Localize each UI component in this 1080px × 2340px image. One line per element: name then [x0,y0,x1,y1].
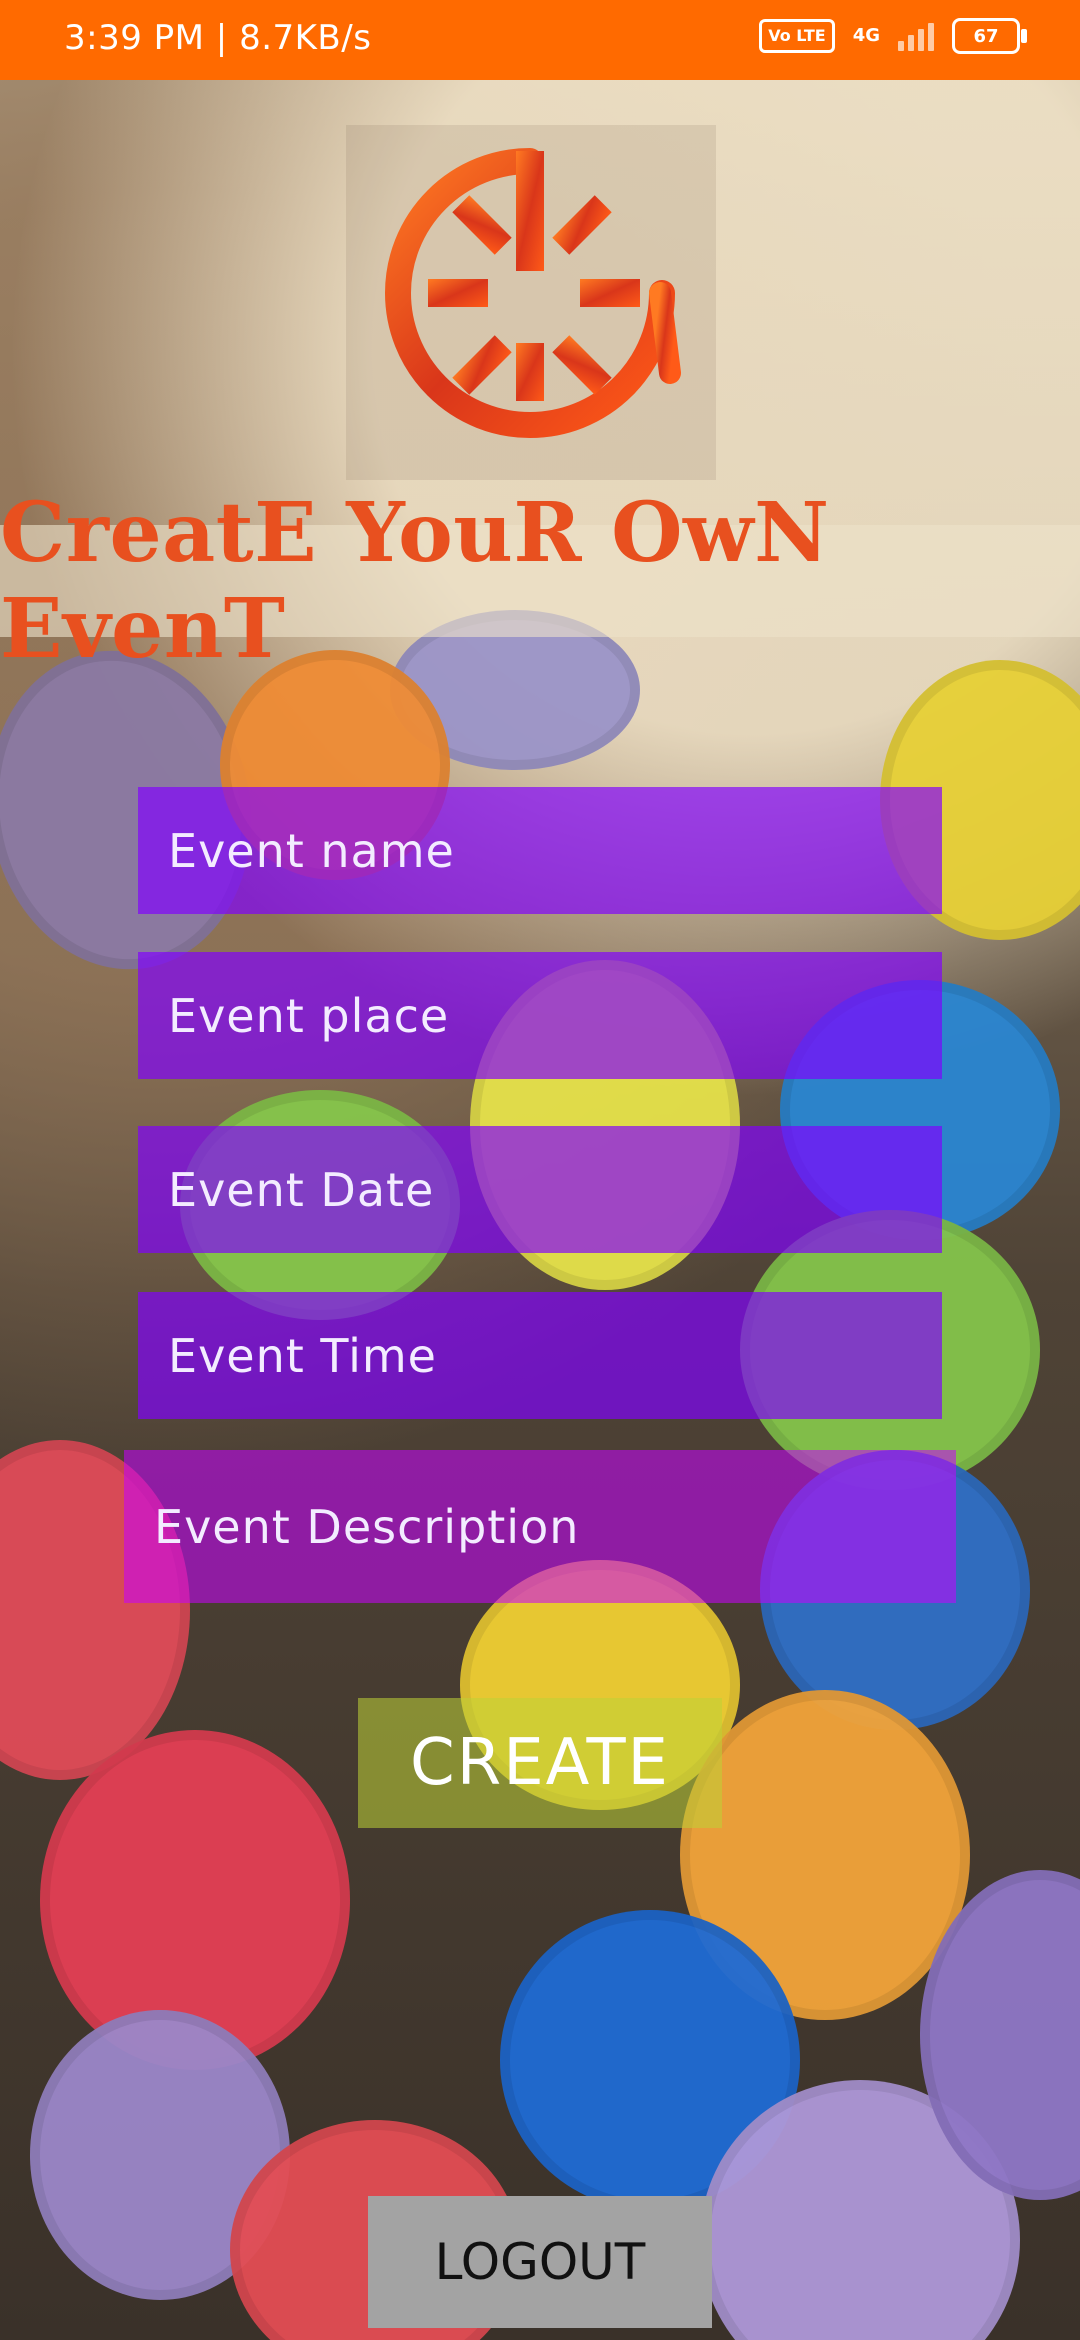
event-description-field[interactable] [124,1450,956,1603]
page-title: CreatE YouR OwN EvenT [0,485,830,677]
event-time-field[interactable] [138,1292,942,1419]
cell-signal-icon [898,21,934,51]
event-date-input[interactable] [138,1126,942,1253]
battery-icon: 67 [952,18,1027,54]
event-time-input[interactable] [138,1292,942,1419]
volte-icon: Vo LTE [759,19,835,53]
event-date-field[interactable] [138,1126,942,1253]
status-icons: Vo LTE 4G 67 [759,18,1027,54]
event-place-input[interactable] [138,952,942,1079]
event-name-field[interactable] [138,787,942,914]
event-description-input[interactable] [124,1450,956,1603]
event-place-field[interactable] [138,952,942,1079]
logout-button[interactable]: LOGOUT [368,2196,712,2328]
logo-container [346,125,716,480]
status-time-speed: 3:39 PM | 8.7KB/s [64,18,372,58]
title-band: CreatE YouR OwN EvenT [0,485,1080,677]
event-name-input[interactable] [138,787,942,914]
status-bar: 3:39 PM | 8.7KB/s Vo LTE 4G 67 [0,0,1080,80]
battery-level: 67 [973,25,999,47]
network-type: 4G [852,25,880,46]
create-button[interactable]: CREATE [358,1698,722,1828]
create-event-screen: 3:39 PM | 8.7KB/s Vo LTE 4G 67 CreatE Yo… [0,0,1080,2340]
stopwatch-logo-icon [385,148,681,438]
